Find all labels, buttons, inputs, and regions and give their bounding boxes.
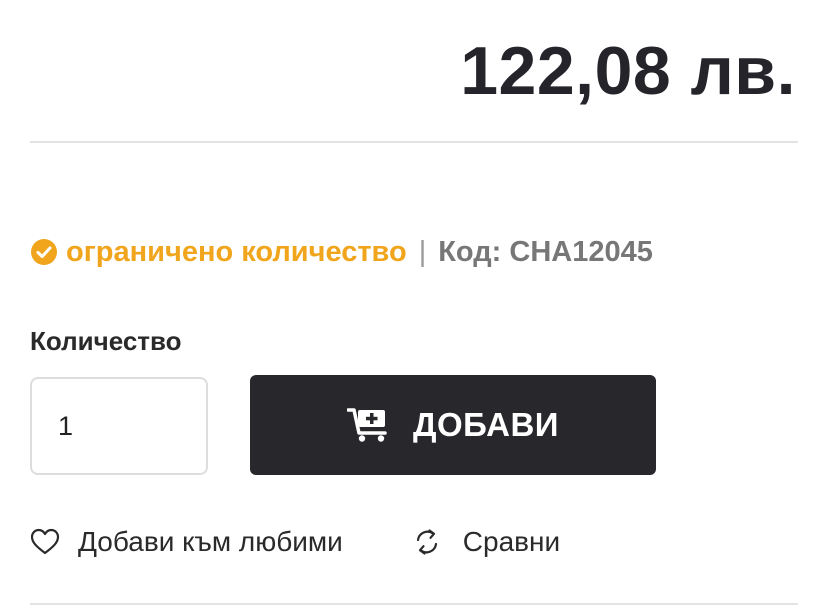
check-circle-icon [31,239,57,265]
compare-link[interactable]: Сравни [413,526,560,558]
product-price: 122,08 лв. [460,33,796,109]
quantity-label: Количество [30,326,182,356]
compare-label: Сравни [462,526,561,557]
separator: | [418,235,427,268]
quantity-input[interactable] [30,377,208,475]
heart-outline-icon [30,528,60,555]
add-to-favorites-link[interactable]: Добави към любими [30,526,343,558]
favorites-label: Добави към любими [78,526,343,557]
refresh-arrows-icon [416,529,437,555]
cart-plus-icon [346,408,387,442]
bottom-divider [30,603,798,605]
secondary-actions: Добави към любими Сравни [30,520,560,564]
add-to-cart-button[interactable]: ДОБАВИ [250,375,656,475]
product-code: Код: CHA12045 [438,235,653,268]
stock-status: ограничено количество [66,235,407,268]
product-buy-panel: 122,08 лв. ограничено количество | Код: … [0,0,816,612]
availability-row: ограничено количество | Код: CHA12045 [30,230,653,274]
top-divider [30,141,798,143]
add-button-label: ДОБАВИ [412,406,560,443]
